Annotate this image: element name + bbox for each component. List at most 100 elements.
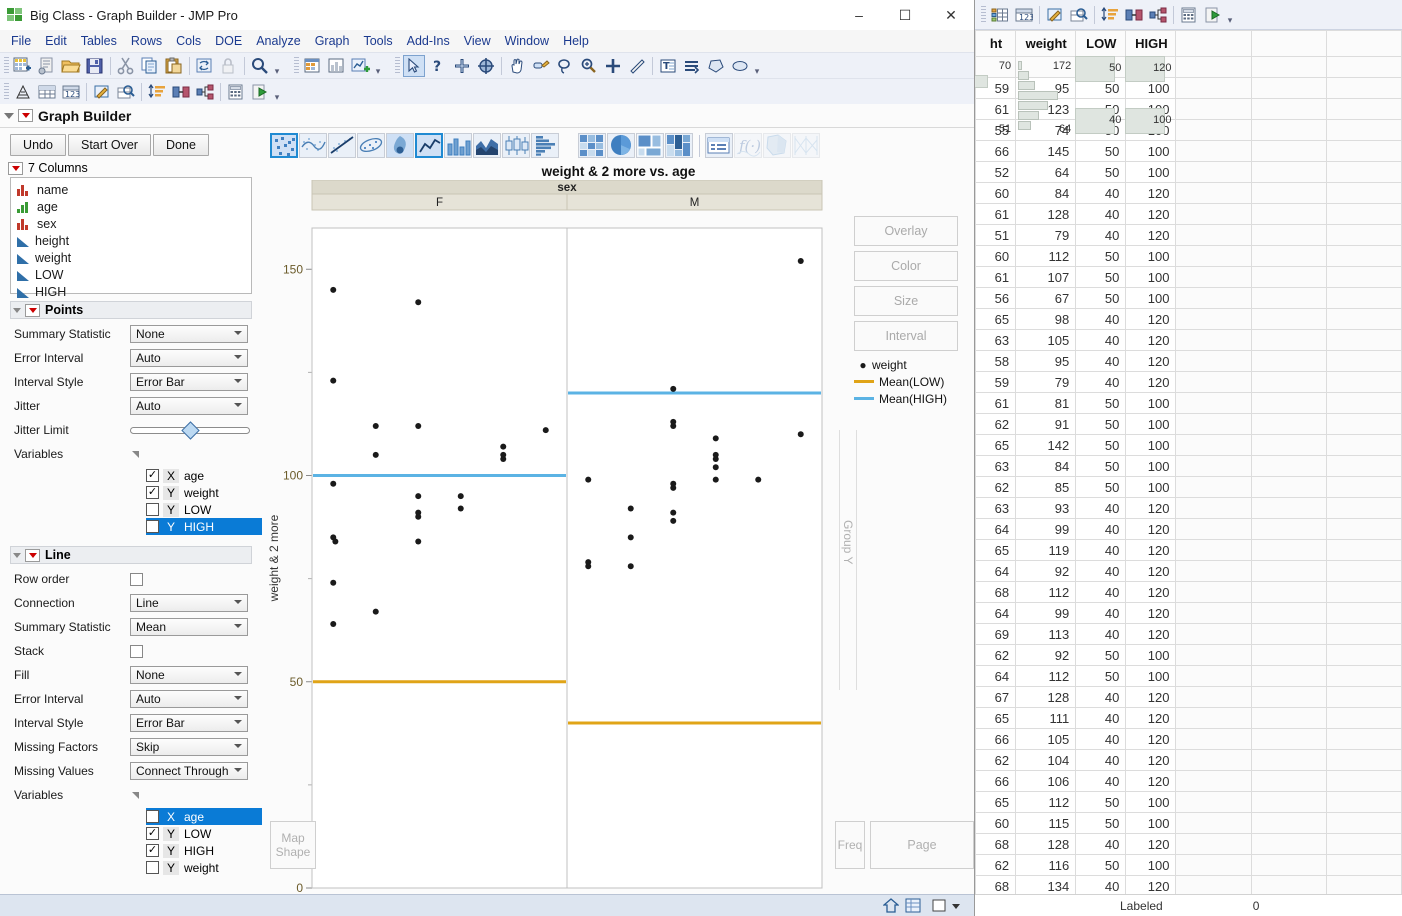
cell-empty[interactable] xyxy=(1251,603,1326,624)
cell-ht[interactable]: 62 xyxy=(976,645,1016,666)
cell-weight[interactable]: 84 xyxy=(1016,456,1076,477)
analyze-distribution-icon[interactable] xyxy=(12,81,34,103)
toolbar-grip[interactable] xyxy=(981,6,986,24)
cell-ht[interactable]: 62 xyxy=(976,477,1016,498)
menu-tools[interactable]: Tools xyxy=(356,32,399,50)
column-item-height[interactable]: height xyxy=(15,232,247,249)
cell-empty[interactable] xyxy=(1251,666,1326,687)
undo-button[interactable]: Undo xyxy=(10,134,66,156)
histogram-icon[interactable] xyxy=(531,133,559,158)
status-bar[interactable] xyxy=(0,894,975,916)
cell-empty[interactable] xyxy=(1251,834,1326,855)
columns-red-triangle-icon[interactable] xyxy=(8,162,23,175)
points-variable-age[interactable]: ✓Xage xyxy=(146,467,262,484)
toolbar-overflow-icon[interactable]: ▾ xyxy=(373,55,383,77)
line-tool-icon[interactable] xyxy=(626,55,648,77)
cell-empty[interactable] xyxy=(1326,414,1401,435)
cell-empty[interactable] xyxy=(1176,162,1251,183)
cell-HIGH[interactable]: 120 xyxy=(1126,582,1176,603)
cell-HIGH[interactable]: 100 xyxy=(1126,435,1176,456)
table-row[interactable]: 649240120 xyxy=(976,561,1402,582)
legend-item-weight[interactable]: ●weight xyxy=(854,356,964,373)
cell-empty[interactable] xyxy=(1326,771,1401,792)
table-row[interactable]: 6811240120 xyxy=(976,582,1402,603)
table-row[interactable]: 566750100 xyxy=(976,288,1402,309)
cell-empty[interactable] xyxy=(1251,141,1326,162)
slider-thumb[interactable] xyxy=(181,421,199,439)
line-properties[interactable]: Row orderConnectionLineSummary Statistic… xyxy=(0,567,262,807)
table-row[interactable]: 6812840120 xyxy=(976,834,1402,855)
menu-help[interactable]: Help xyxy=(556,32,596,50)
variable-checkbox[interactable]: ✓ xyxy=(146,844,159,857)
size-drop-zone[interactable]: Size xyxy=(854,286,958,316)
paste-icon[interactable] xyxy=(163,55,185,77)
group-y-drop-zone[interactable]: Group Y xyxy=(839,430,857,690)
cell-empty[interactable] xyxy=(1176,204,1251,225)
cell-empty[interactable] xyxy=(1176,771,1251,792)
cell-empty[interactable] xyxy=(1326,498,1401,519)
cell-LOW[interactable]: 50 xyxy=(1076,162,1126,183)
points-interval-style-select[interactable]: Error Bar xyxy=(130,373,248,391)
cell-empty[interactable] xyxy=(1176,372,1251,393)
freq-drop-zone[interactable]: Freq xyxy=(835,821,865,869)
table-row[interactable]: 6511140120 xyxy=(976,708,1402,729)
legend-item-mean-high-[interactable]: Mean(HIGH) xyxy=(854,390,964,407)
bar-icon[interactable] xyxy=(444,133,472,158)
table-row[interactable]: 6211650100 xyxy=(976,855,1402,876)
cell-ht[interactable]: 65 xyxy=(976,708,1016,729)
cell-weight[interactable]: 142 xyxy=(1016,435,1076,456)
new-script-icon[interactable] xyxy=(36,55,58,77)
cell-LOW[interactable]: 50 xyxy=(1076,141,1126,162)
cell-weight[interactable]: 84 xyxy=(1016,183,1076,204)
run-script-icon[interactable] xyxy=(1202,4,1224,26)
cell-HIGH[interactable]: 100 xyxy=(1126,288,1176,309)
cell-empty[interactable] xyxy=(1326,267,1401,288)
menu-rows[interactable]: Rows xyxy=(124,32,169,50)
cell-weight[interactable]: 112 xyxy=(1016,666,1076,687)
cell-empty[interactable] xyxy=(1326,540,1401,561)
cell-weight[interactable]: 92 xyxy=(1016,645,1076,666)
cell-ht[interactable]: 63 xyxy=(976,330,1016,351)
cell-ht[interactable]: 69 xyxy=(976,624,1016,645)
variable-checkbox[interactable]: ✓ xyxy=(146,827,159,840)
cell-empty[interactable] xyxy=(1251,120,1326,141)
cell-HIGH[interactable]: 100 xyxy=(1126,267,1176,288)
cell-ht[interactable]: 61 xyxy=(976,393,1016,414)
cell-empty[interactable] xyxy=(1176,99,1251,120)
home-icon[interactable] xyxy=(883,898,901,914)
add-graph-icon[interactable] xyxy=(350,55,372,77)
graph-type-toolbar[interactable]: f(·) xyxy=(262,128,975,162)
cell-empty[interactable] xyxy=(1176,120,1251,141)
line-variables-list[interactable]: Xage✓YLOW✓YHIGHYweight xyxy=(146,808,262,876)
column-item-HIGH[interactable]: HIGH xyxy=(15,283,247,300)
cell-empty[interactable] xyxy=(1176,246,1251,267)
line-red-triangle-icon[interactable] xyxy=(25,549,40,562)
ellipse-tool-icon[interactable] xyxy=(729,55,751,77)
cell-empty[interactable] xyxy=(1251,78,1326,99)
table-row[interactable]: 629250100 xyxy=(976,645,1402,666)
search-data-icon[interactable] xyxy=(115,81,137,103)
cell-empty[interactable] xyxy=(1176,834,1251,855)
undo-redo-icon[interactable] xyxy=(194,55,216,77)
cell-LOW[interactable]: 40 xyxy=(1076,498,1126,519)
table-row[interactable]: 6712840120 xyxy=(976,687,1402,708)
close-button[interactable]: ✕ xyxy=(928,0,974,30)
cell-empty[interactable] xyxy=(1176,687,1251,708)
cell-empty[interactable] xyxy=(1176,225,1251,246)
cell-ht[interactable]: 65 xyxy=(976,792,1016,813)
cell-empty[interactable] xyxy=(1251,204,1326,225)
cell-empty[interactable] xyxy=(1326,246,1401,267)
cell-HIGH[interactable]: 120 xyxy=(1126,183,1176,204)
sort-rows-icon[interactable] xyxy=(146,81,168,103)
cell-HIGH[interactable]: 100 xyxy=(1126,645,1176,666)
line-variable-HIGH[interactable]: ✓YHIGH xyxy=(146,842,262,859)
cell-LOW[interactable]: 50 xyxy=(1076,435,1126,456)
table-row[interactable]: 6310540120 xyxy=(976,330,1402,351)
variable-checkbox[interactable] xyxy=(146,520,159,533)
cell-ht[interactable]: 60 xyxy=(976,183,1016,204)
cell-empty[interactable] xyxy=(1251,309,1326,330)
cell-empty[interactable] xyxy=(1176,729,1251,750)
menu-edit[interactable]: Edit xyxy=(38,32,74,50)
cell-empty[interactable] xyxy=(1251,498,1326,519)
cell-LOW[interactable]: 50 xyxy=(1076,477,1126,498)
